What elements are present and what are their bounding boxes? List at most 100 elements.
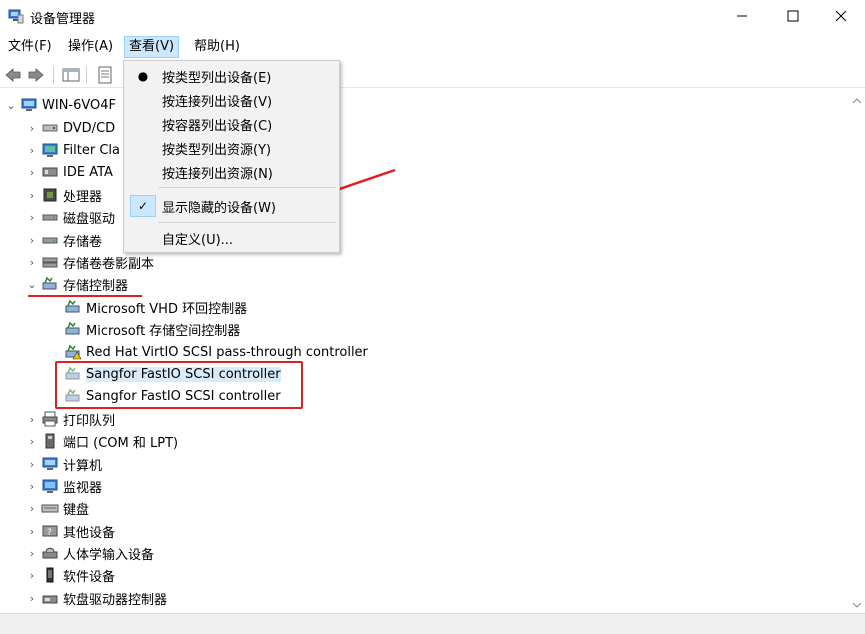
chevron-right-icon[interactable]: ›: [25, 408, 39, 430]
radio-dot-icon: ●: [137, 69, 149, 83]
annotation-highlight-box: [55, 361, 303, 409]
tree-category[interactable]: › 处理器: [25, 184, 102, 206]
chevron-right-icon[interactable]: ›: [25, 161, 39, 183]
chevron-right-icon[interactable]: ›: [25, 117, 39, 139]
status-bar: [0, 613, 865, 634]
device-manager-window: 设备管理器 文件(F) 操作(A) 查看(V) 帮助(H) ⌄ WIN-6VO4…: [0, 0, 865, 634]
tree-root[interactable]: ⌄ WIN-6VO4F: [4, 94, 116, 116]
maximize-icon: [787, 10, 799, 22]
close-icon: [835, 10, 847, 22]
menu-item-resources-by-type[interactable]: 按类型列出资源(Y): [124, 136, 339, 160]
chevron-right-icon[interactable]: ›: [25, 229, 39, 251]
storage-controller-icon: [65, 299, 80, 313]
storage-controller-icon: [42, 276, 57, 290]
menu-action[interactable]: 操作(A): [64, 36, 117, 58]
title-bar: 设备管理器: [0, 0, 865, 34]
unknown-device-icon: ?: [42, 525, 58, 538]
window-title: 设备管理器: [30, 12, 96, 27]
ide-icon: [42, 167, 58, 177]
tree-category[interactable]: › 打印队列: [25, 408, 115, 430]
cpu-icon: [43, 188, 57, 202]
chevron-right-icon[interactable]: ›: [25, 475, 39, 497]
menu-item-devices-by-connection[interactable]: 按连接列出设备(V): [124, 88, 339, 112]
toolbar-separator: [53, 66, 54, 84]
forward-arrow-icon[interactable]: [27, 66, 45, 84]
view-menu-dropdown: ● 按类型列出设备(E) 按连接列出设备(V) 按容器列出设备(C) 按类型列出…: [123, 60, 340, 253]
chevron-right-icon[interactable]: ›: [25, 430, 39, 452]
storage-controller-warning-icon: [65, 344, 82, 360]
menu-file[interactable]: 文件(F): [4, 36, 56, 58]
tree-category[interactable]: › 软件设备: [25, 564, 115, 586]
tree-device[interactable]: Microsoft VHD 环回控制器: [62, 296, 247, 318]
floppy-controller-icon: [42, 595, 58, 604]
disk-icon: [42, 257, 58, 268]
disk-icon: [42, 237, 58, 244]
tree-category[interactable]: › 计算机: [25, 453, 102, 475]
tree-device[interactable]: Red Hat VirtIO SCSI pass-through control…: [62, 341, 368, 363]
tree-category[interactable]: › Filter Cla: [25, 139, 120, 161]
menu-item-resources-by-connection[interactable]: 按连接列出资源(N): [124, 160, 339, 184]
menu-item-devices-by-container[interactable]: 按容器列出设备(C): [124, 112, 339, 136]
minimize-button[interactable]: [719, 0, 765, 32]
checkmark-icon: ✓: [130, 195, 156, 217]
monitor-icon: [42, 479, 58, 493]
close-button[interactable]: [818, 0, 864, 32]
port-icon: [45, 433, 55, 449]
tree-category[interactable]: › 人体学输入设备: [25, 542, 154, 564]
scroll-down-arrow-icon[interactable]: [849, 599, 865, 611]
monitor-icon: [42, 143, 58, 157]
tree-category[interactable]: › 软盘驱动器控制器: [25, 587, 167, 609]
chevron-right-icon[interactable]: ›: [25, 139, 39, 161]
computer-icon: [42, 457, 58, 470]
chevron-right-icon[interactable]: ›: [25, 587, 39, 609]
chevron-right-icon[interactable]: ›: [25, 206, 39, 228]
tree-category[interactable]: › 存储卷: [25, 229, 102, 251]
dvd-icon: [42, 124, 58, 132]
vertical-scrollbar[interactable]: [849, 93, 865, 613]
menu-item-devices-by-type[interactable]: ● 按类型列出设备(E): [124, 64, 339, 88]
chevron-right-icon[interactable]: ›: [25, 497, 39, 519]
menu-separator: [158, 222, 336, 223]
tree-category-storage-controllers[interactable]: ⌄ 存储控制器: [25, 273, 128, 295]
keyboard-icon: [41, 504, 59, 513]
tree-category[interactable]: › 磁盘驱动: [25, 206, 115, 228]
scroll-up-arrow-icon[interactable]: [849, 95, 865, 107]
menu-bar: 文件(F) 操作(A) 查看(V) 帮助(H): [0, 35, 865, 59]
tree-category[interactable]: › 监视器: [25, 475, 102, 497]
minimize-icon: [737, 15, 747, 17]
chevron-down-icon[interactable]: ⌄: [4, 94, 18, 116]
menu-item-show-hidden-devices[interactable]: ✓ 显示隐藏的设备(W): [124, 194, 339, 218]
chevron-right-icon[interactable]: ›: [25, 251, 39, 273]
menu-view[interactable]: 查看(V): [124, 36, 180, 58]
menu-help[interactable]: 帮助(H): [190, 36, 244, 58]
tree-category[interactable]: › ? 其他设备: [25, 520, 115, 542]
back-arrow-icon[interactable]: [4, 66, 22, 84]
software-device-icon: [46, 567, 54, 583]
chevron-right-icon[interactable]: ›: [25, 520, 39, 542]
maximize-button[interactable]: [770, 0, 816, 32]
chevron-right-icon[interactable]: ›: [25, 564, 39, 586]
tree-device[interactable]: Microsoft 存储空间控制器: [62, 318, 240, 340]
chevron-down-icon[interactable]: ⌄: [25, 273, 39, 295]
svg-text:?: ?: [47, 528, 52, 538]
storage-controller-icon: [65, 321, 80, 335]
disk-icon: [42, 214, 58, 221]
computer-name: WIN-6VO4F: [42, 97, 117, 113]
annotation-underline: [28, 295, 142, 297]
device-manager-icon: [8, 9, 24, 24]
tree-category[interactable]: › DVD/CD: [25, 117, 115, 139]
show-hide-console-tree-icon[interactable]: [62, 66, 80, 84]
chevron-right-icon[interactable]: ›: [25, 453, 39, 475]
chevron-right-icon[interactable]: ›: [25, 542, 39, 564]
tree-category[interactable]: › IDE ATA: [25, 161, 113, 183]
chevron-right-icon[interactable]: ›: [25, 184, 39, 206]
menu-separator: [158, 187, 336, 188]
tree-category[interactable]: › 存储卷卷影副本: [25, 251, 154, 273]
hid-icon: [42, 547, 58, 559]
tree-category[interactable]: › 键盘: [25, 497, 89, 519]
tree-category[interactable]: › 端口 (COM 和 LPT): [25, 430, 178, 452]
properties-icon[interactable]: [96, 66, 114, 84]
menu-item-customize[interactable]: 自定义(U)...: [124, 226, 339, 250]
computer-icon: [21, 98, 37, 111]
printer-icon: [42, 411, 58, 427]
